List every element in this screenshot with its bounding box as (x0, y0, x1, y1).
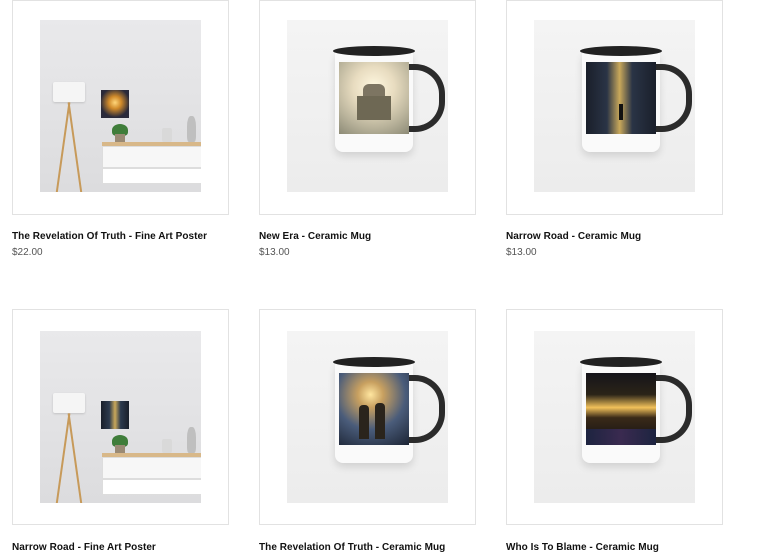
product-title[interactable]: New Era - Ceramic Mug (259, 231, 371, 242)
product-image-link[interactable] (12, 0, 229, 215)
product-image-link[interactable] (259, 0, 476, 215)
mug-city-image (534, 20, 695, 192)
product-image-link[interactable] (506, 309, 723, 525)
product-image-link[interactable] (12, 309, 229, 525)
poster-room-image (40, 20, 201, 192)
poster-room-image (40, 331, 201, 503)
product-price: $13.00 (259, 247, 290, 258)
mug-castle-image (287, 20, 448, 192)
product-image-link[interactable] (506, 0, 723, 215)
product-title[interactable]: Narrow Road - Fine Art Poster (12, 542, 156, 553)
product-price: $22.00 (12, 247, 43, 258)
product-title[interactable]: The Revelation Of Truth - Fine Art Poste… (12, 231, 207, 242)
product-image-link[interactable] (259, 309, 476, 525)
mug-hand-image (534, 331, 695, 503)
product-price: $13.00 (506, 247, 537, 258)
product-title[interactable]: Who Is To Blame - Ceramic Mug (506, 542, 659, 553)
mug-heroes-image (287, 331, 448, 503)
product-title[interactable]: The Revelation Of Truth - Ceramic Mug (259, 542, 445, 553)
product-title[interactable]: Narrow Road - Ceramic Mug (506, 231, 641, 242)
